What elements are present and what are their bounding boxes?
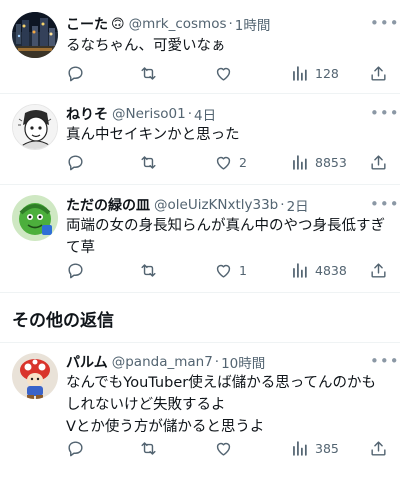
share-button[interactable] (369, 151, 388, 173)
tweet-text-line: Vとか使う方が儲かると思うよ (66, 419, 265, 435)
share-icon (371, 440, 386, 456)
heart-icon (216, 442, 231, 456)
views-button[interactable]: 385 (290, 437, 339, 459)
retweet-icon (141, 66, 156, 80)
separator: · (280, 197, 285, 213)
action-bar: 1 4838 (66, 259, 388, 281)
timestamp[interactable]: 2日 (287, 195, 309, 215)
separator: · (228, 16, 233, 32)
view-count: 4838 (315, 262, 347, 278)
user-name[interactable]: ねりそ (66, 104, 108, 124)
retweet-icon (141, 441, 156, 455)
tweet-text: 真ん中セイキンかと思った (66, 124, 386, 146)
share-icon (371, 262, 386, 278)
timestamp[interactable]: 1時間 (235, 14, 271, 34)
reply-button[interactable] (66, 151, 85, 173)
user-handle[interactable]: @Neriso01 (112, 106, 186, 122)
tweet-text-line: しれないけど失敗するよ (66, 397, 226, 413)
section-title: その他の返信 (12, 311, 114, 331)
user-name[interactable]: ただの緑の皿 (66, 195, 150, 215)
separator: · (214, 354, 220, 370)
action-bar: 385 (66, 437, 388, 459)
avatar[interactable] (12, 104, 58, 150)
reply-icon (68, 440, 83, 456)
share-button[interactable] (369, 62, 388, 84)
view-count: 128 (315, 65, 339, 81)
avatar[interactable] (12, 195, 58, 241)
retweet-button[interactable] (139, 62, 158, 84)
tweet-text: 両端の女の身長知らんが真ん中のやつ身長低すぎ て草 (66, 215, 386, 259)
avatar[interactable] (12, 353, 58, 399)
retweet-button[interactable] (139, 437, 158, 459)
timestamp[interactable]: 4日 (194, 104, 216, 124)
tweet[interactable]: こーた 🙃 @mrk_cosmos · 1時間 ••• るなちゃん、可愛いなぁ … (0, 0, 400, 94)
like-button[interactable] (214, 437, 239, 459)
reply-button[interactable] (66, 62, 85, 84)
tweet-text-line: なんでもYouTuber使えば儲かる思ってんのかも (66, 375, 376, 391)
views-icon (293, 154, 307, 170)
retweet-icon (141, 263, 156, 277)
reply-button[interactable] (66, 259, 85, 281)
heart-icon (216, 67, 231, 81)
reply-icon (68, 65, 83, 81)
heart-icon (216, 264, 231, 278)
user-handle[interactable]: @oleUizKNxtly33b (154, 197, 278, 213)
like-button[interactable] (214, 62, 239, 84)
views-icon (293, 440, 307, 456)
tweet[interactable]: ねりそ @Neriso01 · 4日 ••• 真ん中セイキンかと思った 2 88… (0, 94, 400, 185)
tweet-text: るなちゃん、可愛いなぁ (66, 35, 386, 57)
view-count: 8853 (315, 154, 347, 170)
tweet-text: なんでもYouTuber使えば儲かる思ってんのかも しれないけど失敗するよ Vと… (66, 372, 386, 438)
action-bar: 2 8853 (66, 151, 388, 173)
reply-button[interactable] (66, 437, 85, 459)
like-count: 1 (239, 262, 247, 278)
avatar[interactable] (12, 12, 58, 58)
views-button[interactable]: 8853 (290, 151, 347, 173)
timestamp[interactable]: 10時間 (221, 352, 265, 372)
tweet-text-line: て草 (66, 240, 95, 256)
share-icon (371, 65, 386, 81)
share-icon (371, 154, 386, 170)
tweet-text-line: るなちゃん、可愛いなぁ (66, 38, 226, 54)
action-bar: 128 (66, 62, 388, 84)
view-count: 385 (315, 440, 339, 456)
separator: · (187, 106, 192, 122)
retweet-button[interactable] (139, 151, 158, 173)
share-button[interactable] (369, 437, 388, 459)
tweet-text-line: 真ん中セイキンかと思った (66, 127, 240, 143)
emoji: 🙃 (111, 16, 125, 32)
views-button[interactable]: 128 (290, 62, 339, 84)
user-handle[interactable]: @panda_man7 (112, 354, 213, 370)
tweet-text-line: 両端の女の身長知らんが真ん中のやつ身長低すぎ (66, 218, 385, 234)
retweet-icon (141, 155, 156, 169)
more-icon[interactable]: ••• (370, 16, 399, 36)
views-icon (293, 262, 307, 278)
views-icon (293, 65, 307, 81)
user-name[interactable]: こーた (66, 14, 108, 34)
views-button[interactable]: 4838 (290, 259, 347, 281)
like-button[interactable]: 2 (214, 151, 247, 173)
tweet[interactable]: パルム @panda_man7 · 10時間 ••• なんでもYouTuber使… (0, 342, 400, 483)
user-name[interactable]: パルム (66, 352, 108, 372)
like-count: 2 (239, 154, 247, 170)
share-button[interactable] (369, 259, 388, 281)
user-handle[interactable]: @mrk_cosmos (129, 16, 227, 32)
heart-icon (216, 156, 231, 170)
reply-icon (68, 154, 83, 170)
like-button[interactable]: 1 (214, 259, 247, 281)
reply-icon (68, 262, 83, 278)
retweet-button[interactable] (139, 259, 158, 281)
tweet[interactable]: ただの緑の皿 @oleUizKNxtly33b · 2日 ••• 両端の女の身長… (0, 185, 400, 293)
